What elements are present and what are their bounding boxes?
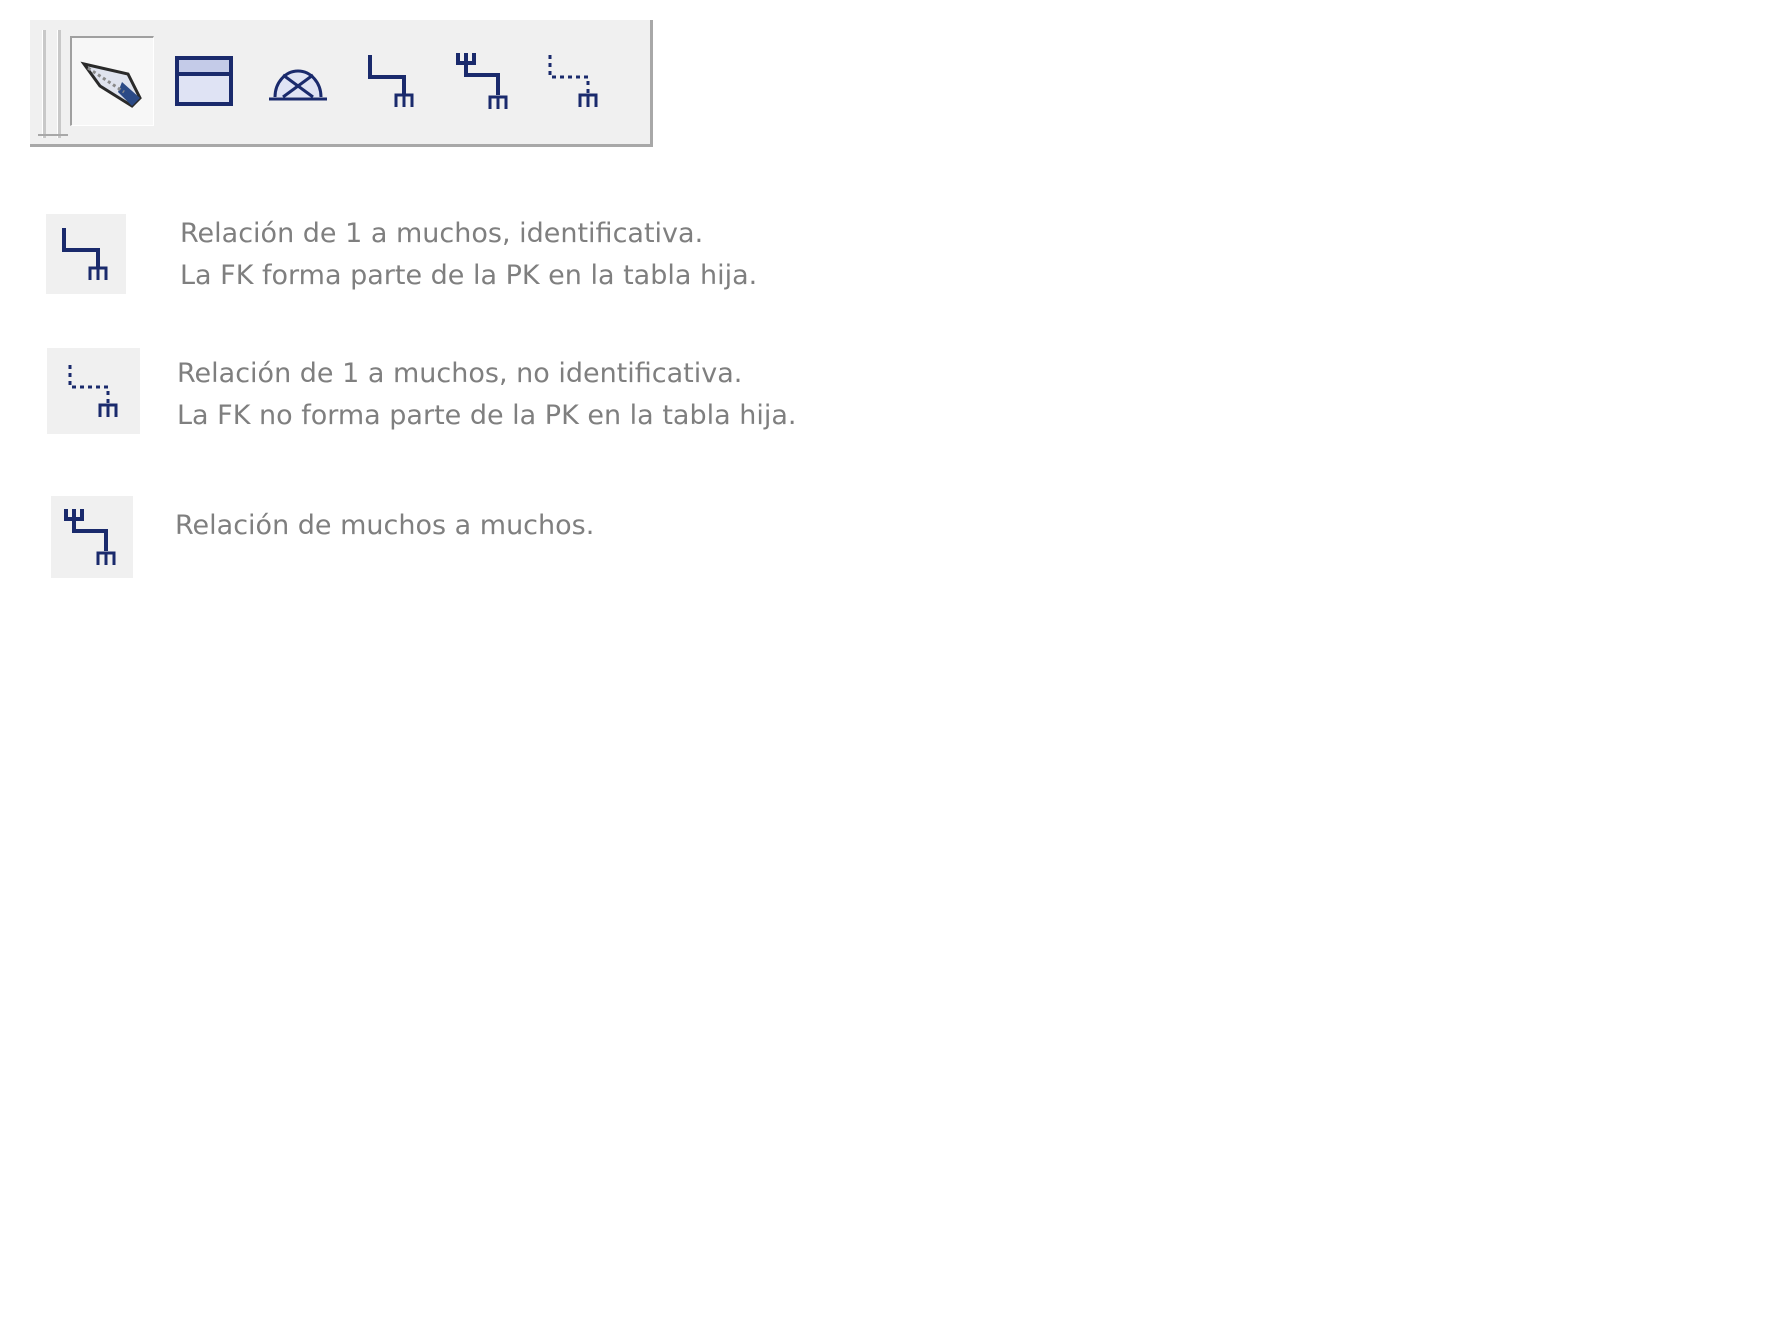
view-icon	[269, 69, 327, 101]
many-to-many-icon	[64, 509, 116, 565]
one-to-many-identifying-icon	[62, 228, 108, 280]
toolbar-grip-line	[57, 30, 61, 138]
legend-non-identifying-text: Relación de 1 a muchos, no identificativ…	[177, 353, 796, 437]
legend-many-to-many-text: Relación de muchos a muchos.	[175, 505, 594, 547]
legend-identifying-icon-box	[46, 214, 126, 294]
legend-many-to-many-icon-box	[51, 496, 133, 578]
legend-non-identifying-icon-box	[47, 348, 140, 434]
entity-tool-button[interactable]	[162, 36, 246, 126]
many-to-many-tool-button[interactable]	[442, 36, 526, 126]
one-to-many-identifying-tool-button[interactable]	[350, 36, 434, 126]
toolbar-grip-base	[38, 134, 68, 136]
legend-identifying-text: Relación de 1 a muchos, identificativa. …	[180, 213, 757, 297]
toolbar-grip[interactable]	[42, 30, 46, 138]
one-to-many-non-identifying-icon	[548, 55, 598, 107]
legend-non-identifying-line2: La FK no forma parte de la PK en la tabl…	[177, 400, 797, 431]
select-pointer-icon	[79, 61, 142, 108]
one-to-many-identifying-icon	[368, 55, 414, 107]
page: Relación de 1 a muchos, identificativa. …	[0, 0, 1792, 1327]
legend-identifying-line1: Relación de 1 a muchos, identificativa.	[180, 218, 704, 249]
one-to-many-non-identifying-icon	[68, 365, 117, 417]
view-tool-button[interactable]	[256, 36, 340, 126]
many-to-many-icon	[456, 53, 508, 109]
one-to-many-non-identifying-tool-button[interactable]	[532, 36, 616, 126]
relationship-toolbar	[30, 20, 653, 147]
select-tool-button[interactable]	[70, 36, 154, 126]
legend-many-to-many-line1: Relación de muchos a muchos.	[175, 510, 595, 541]
legend-non-identifying-line1: Relación de 1 a muchos, no identificativ…	[177, 358, 743, 389]
legend-identifying-line2: La FK forma parte de la PK en la tabla h…	[180, 260, 758, 291]
entity-table-icon	[175, 56, 233, 106]
